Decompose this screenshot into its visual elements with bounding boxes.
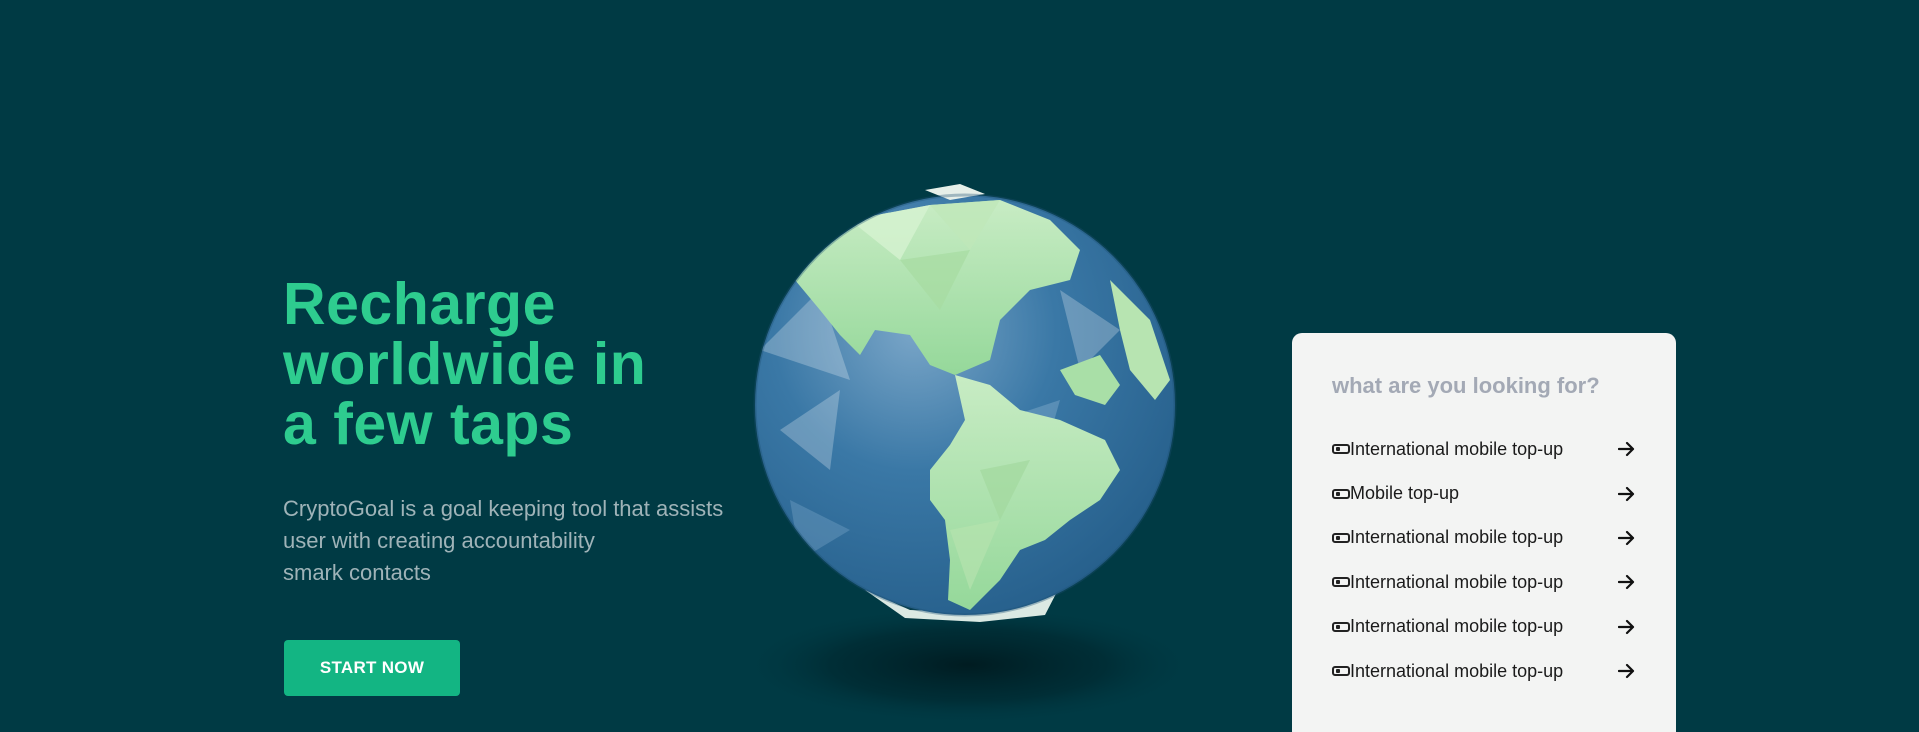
list-item-international-mobile-top-up[interactable]: International mobile top-up bbox=[1332, 427, 1636, 471]
list-item-international-mobile-top-up[interactable]: International mobile top-up bbox=[1332, 560, 1636, 604]
arrow-right-icon bbox=[1618, 486, 1635, 501]
arrow-right-icon bbox=[1618, 575, 1635, 590]
sim-card-icon bbox=[1332, 666, 1350, 677]
globe-icon bbox=[738, 184, 1198, 725]
option-label: International mobile top-up bbox=[1350, 527, 1564, 548]
search-card: what are you looking for? International … bbox=[1292, 333, 1676, 732]
start-now-button[interactable]: START NOW bbox=[284, 640, 460, 696]
globe-illustration bbox=[700, 170, 1240, 730]
hero-title: Recharge worldwide in a few taps bbox=[283, 274, 763, 454]
sim-card-icon bbox=[1332, 532, 1350, 543]
list-item-international-mobile-top-up[interactable]: International mobile top-up bbox=[1332, 516, 1636, 560]
search-card-title: what are you looking for? bbox=[1332, 373, 1600, 398]
arrow-right-icon bbox=[1618, 664, 1635, 679]
arrow-right-icon bbox=[1618, 530, 1635, 546]
list-item-mobile-top-up[interactable]: Mobile top-up bbox=[1332, 471, 1636, 515]
arrow-right-icon bbox=[1618, 442, 1635, 457]
hero-title-line: Recharge bbox=[283, 271, 556, 337]
hero-title-line: a few taps bbox=[283, 391, 574, 457]
option-label: International mobile top-up bbox=[1350, 438, 1564, 459]
sim-card-icon bbox=[1332, 621, 1350, 632]
landing-page: Recharge worldwide in a few taps CryptoG… bbox=[0, 0, 1919, 732]
list-item-international-mobile-top-up[interactable]: International mobile top-up bbox=[1332, 605, 1636, 649]
hero-title-line: worldwide in bbox=[283, 331, 647, 397]
list-item-international-mobile-top-up[interactable]: International mobile top-up bbox=[1332, 649, 1636, 693]
option-label: International mobile top-up bbox=[1350, 616, 1564, 637]
option-list: International mobile top-up Mobile top-u… bbox=[1332, 427, 1636, 693]
sim-card-icon bbox=[1332, 444, 1350, 455]
option-label: International mobile top-up bbox=[1350, 571, 1564, 592]
sim-card-icon bbox=[1332, 577, 1350, 588]
option-label: International mobile top-up bbox=[1350, 660, 1564, 681]
option-label: Mobile top-up bbox=[1350, 483, 1460, 504]
sim-card-icon bbox=[1332, 488, 1350, 499]
arrow-right-icon bbox=[1618, 619, 1635, 634]
